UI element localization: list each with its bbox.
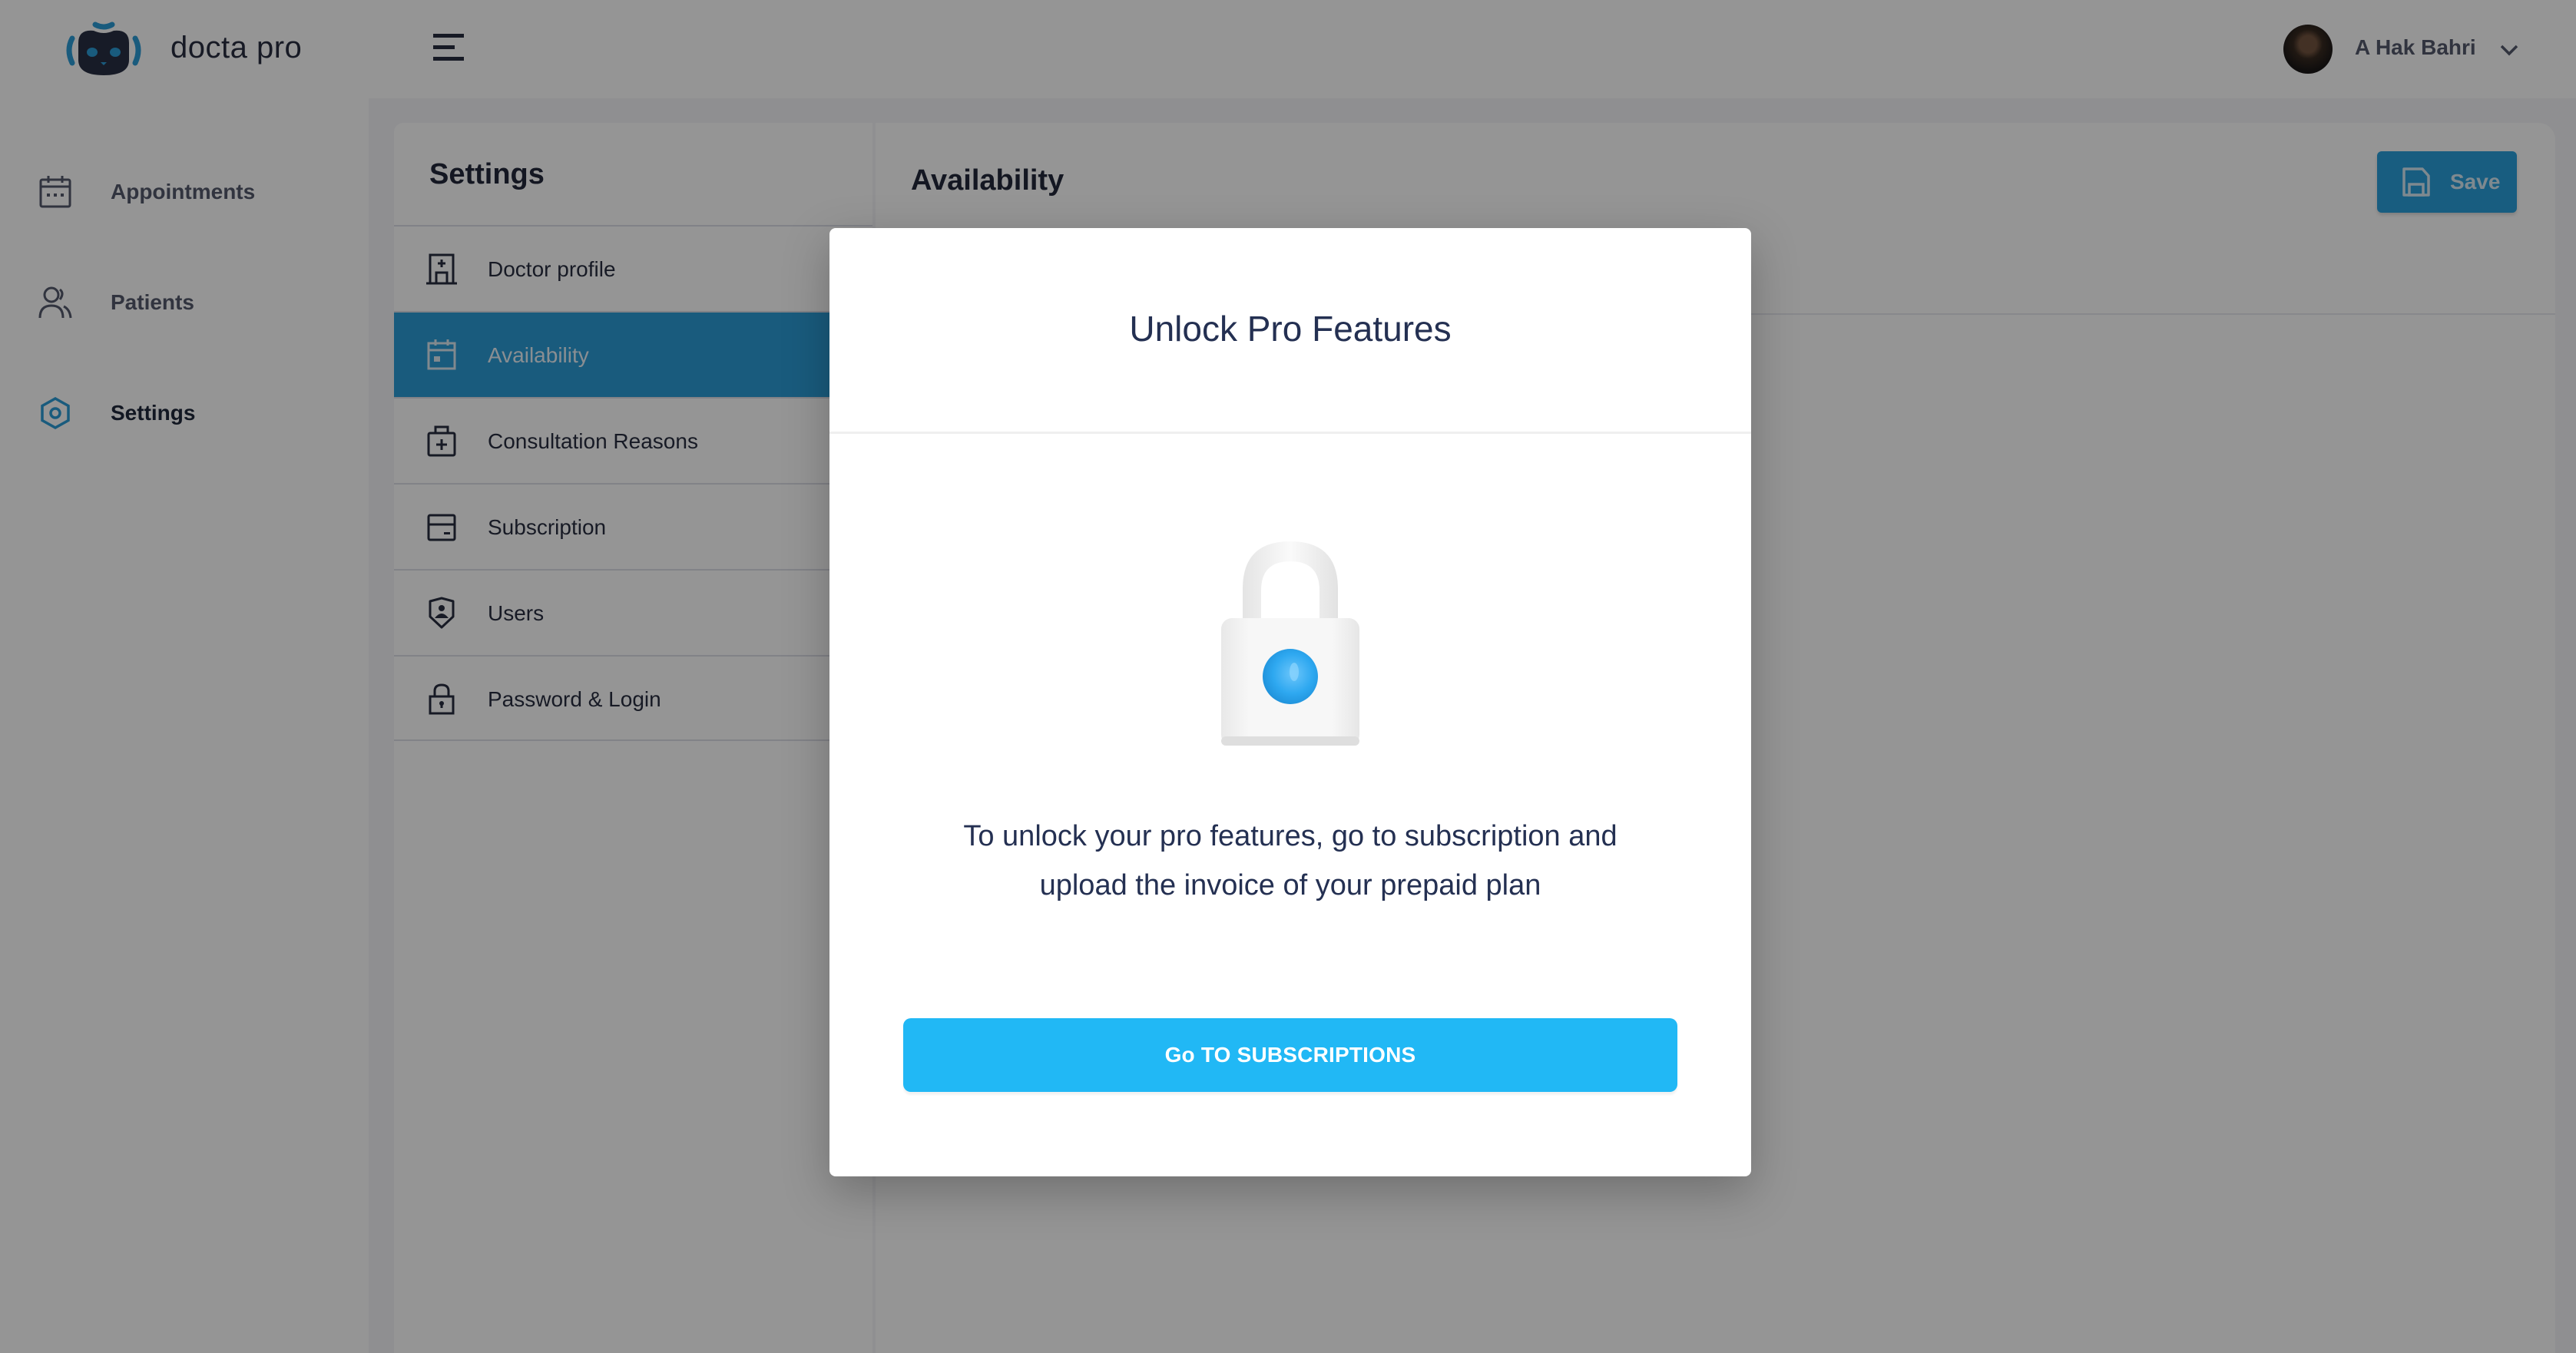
unlock-pro-modal: Unlock Pro Features To unlock your pro f… (829, 228, 1751, 1176)
modal-title: Unlock Pro Features (1129, 309, 1452, 349)
go-to-subscriptions-label: Go TO SUBSCRIPTIONS (1164, 1043, 1416, 1067)
go-to-subscriptions-button[interactable]: Go TO SUBSCRIPTIONS (903, 1018, 1677, 1092)
padlock-illustration-icon (1214, 535, 1367, 750)
modal-divider (829, 432, 1751, 434)
modal-message: To unlock your pro features, go to subsc… (963, 820, 1617, 901)
